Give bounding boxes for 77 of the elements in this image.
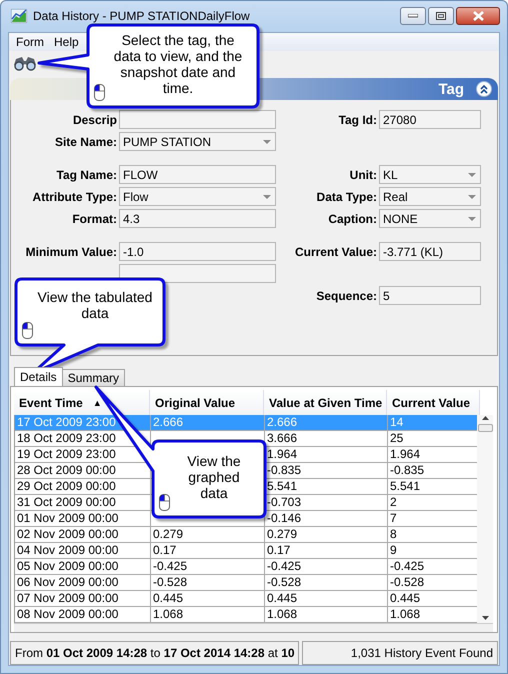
table-cell: 08 Nov 2009 00:00 xyxy=(15,607,151,622)
input-field[interactable]: 27080 xyxy=(379,110,481,130)
input-field[interactable]: 5 xyxy=(379,286,481,306)
field-label: Attribute Type: xyxy=(32,190,117,204)
callout-text: View the tabulated data xyxy=(36,289,154,321)
scroll-up-icon[interactable] xyxy=(480,415,490,422)
callout-text: Select the tag, the data to view, and the snapshot date and time. xyxy=(112,32,244,96)
dropdown[interactable]: Real xyxy=(379,187,481,206)
table-cell: 0.279 xyxy=(151,527,265,542)
column-header[interactable]: Current Value xyxy=(387,390,480,416)
field-label: Minimum Value: xyxy=(24,244,117,259)
input-field[interactable]: 4.3 xyxy=(119,209,276,228)
input-field[interactable]: -3.771 (KL) xyxy=(379,242,481,262)
table-cell: -0.528 xyxy=(151,575,265,590)
table-cell: 2.666 xyxy=(151,415,265,430)
status-count: 1,031 History Event Found xyxy=(302,641,498,665)
table-cell: 0.17 xyxy=(265,543,388,558)
minimize-icon xyxy=(408,14,418,18)
sort-icon: ▲ xyxy=(92,398,102,408)
field-label: Tag Name: xyxy=(56,168,117,182)
mouse-icon xyxy=(159,494,170,511)
dropdown[interactable]: PUMP STATION xyxy=(119,132,276,152)
maximize-icon xyxy=(436,12,446,20)
input-field[interactable]: -1.0 xyxy=(119,242,276,262)
close-icon xyxy=(472,11,484,21)
maximize-button[interactable] xyxy=(428,7,454,25)
table-cell: 2.666 xyxy=(265,415,388,430)
menu-item[interactable]: Help xyxy=(49,34,84,49)
field-label: Descrip xyxy=(72,112,117,127)
mouse-icon xyxy=(22,322,33,339)
column-header[interactable]: Original Value xyxy=(150,390,264,416)
dropdown[interactable]: Flow xyxy=(119,187,276,206)
dropdown[interactable]: KL xyxy=(379,165,481,184)
table-cell: 07 Nov 2009 00:00 xyxy=(15,591,151,606)
scroll-thumb[interactable] xyxy=(478,424,493,432)
field-label: Sequence: xyxy=(315,288,377,303)
section-title: Tag xyxy=(438,80,464,98)
mouse-icon xyxy=(94,84,105,101)
field-label: Unit: xyxy=(348,168,377,182)
table-cell: -0.528 xyxy=(265,575,388,590)
table-cell: 0.445 xyxy=(151,591,265,606)
table-cell: -0.425 xyxy=(265,559,388,574)
status-text: From 01 Oct 2009 14:28 to 17 Oct 2014 14:28 at 10 xyxy=(10,641,299,665)
close-button[interactable] xyxy=(456,7,500,25)
menu-item[interactable]: Form xyxy=(11,34,49,49)
table-cell: 04 Nov 2009 00:00 xyxy=(15,543,151,558)
table-cell: 06 Nov 2009 00:00 xyxy=(15,575,151,590)
field-label: Tag Id: xyxy=(338,112,377,127)
field-label: Site Name: xyxy=(54,134,117,149)
input-field[interactable]: FLOW xyxy=(119,165,276,184)
input-field[interactable] xyxy=(119,110,276,130)
scrollbar[interactable] xyxy=(477,415,493,624)
column-header[interactable]: Value at Given Time xyxy=(264,390,387,416)
tab[interactable]: Details xyxy=(14,367,63,386)
binoculars-icon[interactable] xyxy=(13,54,37,71)
window-title: Data History - PUMP STATIONDailyFlow xyxy=(33,9,251,23)
horizontal-scrollbar[interactable] xyxy=(14,623,493,632)
column-header[interactable]: Event Time ▲ xyxy=(14,390,150,416)
table-cell: 0.17 xyxy=(151,543,265,558)
table-cell: 1.068 xyxy=(265,607,388,622)
table-cell: 01 Nov 2009 00:00 xyxy=(15,511,151,526)
field-label: Data Type: xyxy=(316,190,377,204)
field-label: Current Value: xyxy=(294,244,377,259)
input-field[interactable] xyxy=(119,264,276,284)
minimize-button[interactable] xyxy=(400,7,426,25)
table-cell: 05 Nov 2009 00:00 xyxy=(15,559,151,574)
dropdown[interactable]: NONE xyxy=(379,209,481,228)
app-icon xyxy=(11,9,27,23)
table-cell: -0.425 xyxy=(151,559,265,574)
table-cell: 0.279 xyxy=(265,527,388,542)
table-cell: 0.445 xyxy=(265,591,388,606)
table-cell: 02 Nov 2009 00:00 xyxy=(15,527,151,542)
tab[interactable]: Summary xyxy=(62,369,126,386)
collapse-icon[interactable] xyxy=(476,81,492,98)
field-label: Caption: xyxy=(327,212,377,226)
table-cell: 1.068 xyxy=(151,607,265,622)
field-label: Format: xyxy=(71,212,117,226)
